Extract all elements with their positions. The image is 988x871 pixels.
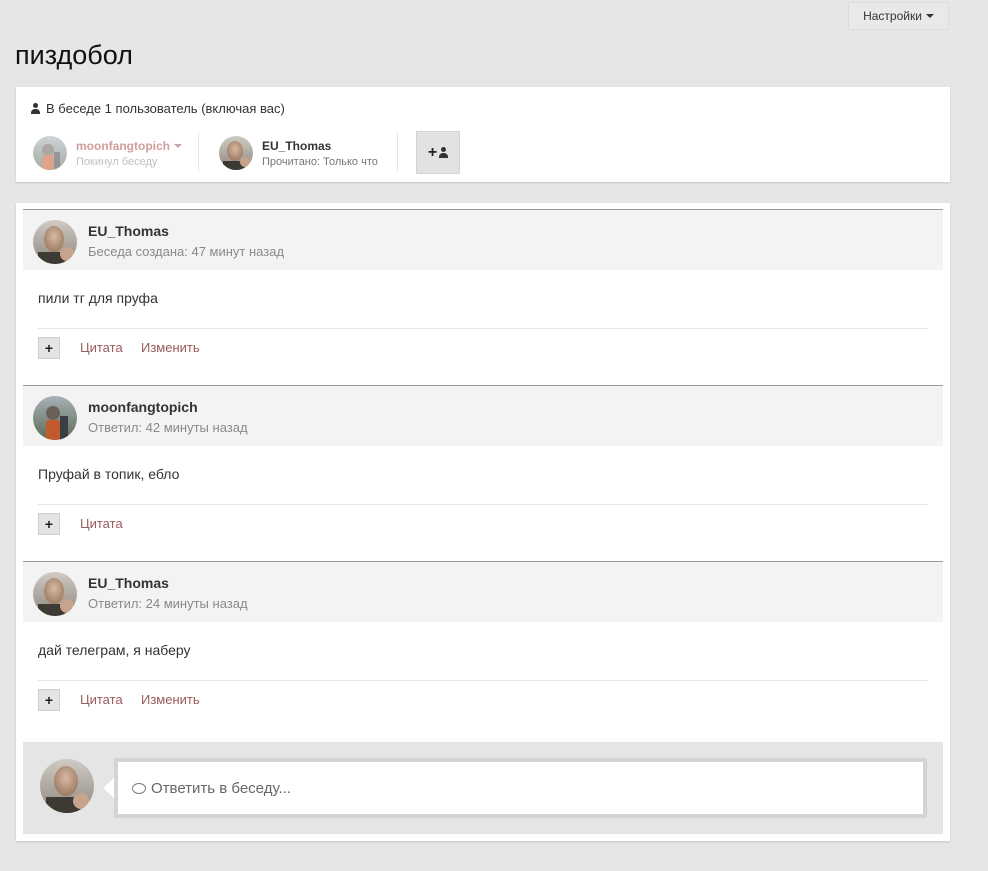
message-body: пили тг для пруфа [38,290,158,306]
settings-label: Настройки [863,9,922,23]
participant-name[interactable]: moonfangtopich [76,139,170,153]
user-icon [31,103,40,114]
participants-count-text: В беседе 1 пользователь (включая вас) [46,101,285,116]
participant-eu-thomas[interactable]: EU_Thomas Прочитано: Только что [219,133,378,173]
settings-button[interactable]: Настройки [848,2,949,30]
avatar [33,136,67,170]
quote-link[interactable]: Цитата [80,516,123,531]
message-item: EU_Thomas Ответил: 24 минуты назад дай т… [23,561,943,732]
message-header: moonfangtopich Ответил: 42 минуты назад [23,386,943,446]
quote-link[interactable]: Цитата [80,692,123,707]
react-button[interactable]: + [38,337,60,359]
plus-icon: + [427,143,438,161]
messages-panel: EU_Thomas Беседа создана: 47 минут назад… [16,203,950,841]
add-people-button[interactable]: + [416,131,460,174]
message-meta: Ответил: 24 минуты назад [88,596,248,611]
message-item: EU_Thomas Беседа создана: 47 минут назад… [23,209,943,380]
reply-input[interactable]: Ответить в беседу... [114,758,927,818]
chevron-down-icon[interactable] [173,143,182,148]
message-meta: Ответил: 42 минуты назад [88,420,248,435]
user-icon [439,147,449,158]
message-meta: Беседа создана: 47 минут назад [88,244,285,259]
react-button[interactable]: + [38,689,60,711]
avatar [40,759,94,813]
page-title: пиздобол [15,40,133,70]
message-item: moonfangtopich Ответил: 42 минуты назад … [23,385,943,556]
avatar[interactable] [33,396,77,440]
divider [397,133,398,171]
participant-status: Прочитано: Только что [262,155,378,168]
message-body: Пруфай в топик, ебло [38,466,180,482]
divider [198,133,199,171]
reply-placeholder: Ответить в беседу... [151,779,291,797]
quote-link[interactable]: Цитата [80,340,123,355]
message-header: EU_Thomas Ответил: 24 минуты назад [23,562,943,622]
edit-link[interactable]: Изменить [141,340,200,355]
message-author[interactable]: moonfangtopich [88,399,198,415]
message-author[interactable]: EU_Thomas [88,575,169,591]
participant-status: Покинул беседу [76,155,158,168]
avatar [219,136,253,170]
participants-panel: В беседе 1 пользователь (включая вас) mo… [16,87,950,182]
chevron-down-icon [925,14,934,18]
comment-icon [132,782,146,794]
avatar[interactable] [33,220,77,264]
avatar[interactable] [33,572,77,616]
edit-link[interactable]: Изменить [141,692,200,707]
participant-name[interactable]: EU_Thomas [262,139,378,153]
divider [38,504,928,505]
participants-count: В беседе 1 пользователь (включая вас) [31,101,285,116]
participant-moonfangtopich[interactable]: moonfangtopich Покинул беседу [33,133,182,173]
reply-area: Ответить в беседу... [23,742,943,834]
divider [38,328,928,329]
message-header: EU_Thomas Беседа создана: 47 минут назад [23,210,943,270]
message-author[interactable]: EU_Thomas [88,223,169,239]
message-body: дай телеграм, я наберу [38,642,191,658]
react-button[interactable]: + [38,513,60,535]
divider [38,680,928,681]
